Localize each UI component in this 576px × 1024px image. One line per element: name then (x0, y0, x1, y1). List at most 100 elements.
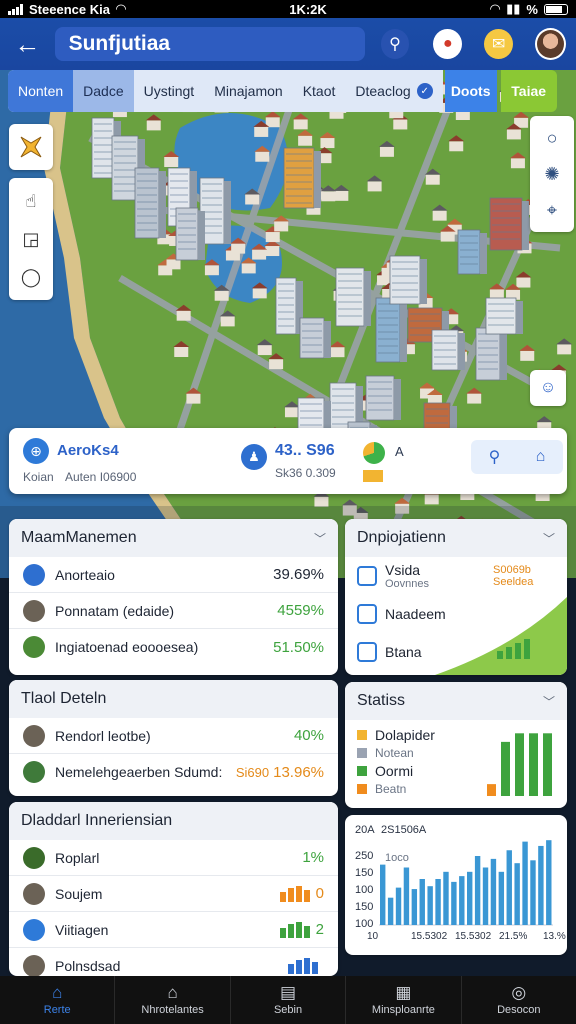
list-item[interactable]: Rendorl leotbe) 40% (9, 718, 338, 754)
locate-icon[interactable]: ⌖ (530, 192, 574, 228)
store-icon[interactable]: ⌂ (536, 448, 546, 466)
management-panel: MaamManemen ﹀ Anorteaio 39.69% Ponnatam (e… (9, 519, 338, 675)
tower (389, 255, 427, 305)
list-item[interactable]: Ingiatoenad eoooesea) 51.50% (9, 629, 338, 665)
row-label: Nemelehgeaerben Sdumd: (55, 764, 223, 780)
legend-label: Dolapider (375, 727, 435, 743)
x-tick-label: 15.5302 (411, 931, 448, 942)
statistics-panel: Statiss ﹀ Dolapider Notean Oormi Beatn (345, 682, 567, 808)
chevron-down-icon[interactable]: ﹀ (543, 693, 555, 710)
bar (538, 845, 544, 925)
speech-icon[interactable]: ◯ (9, 258, 53, 296)
back-arrow-icon[interactable]: ← (10, 26, 45, 62)
globe-icon: ◎ (511, 983, 527, 1002)
mini-bar-icon (279, 921, 310, 938)
mini-bar (295, 885, 302, 902)
bar (380, 864, 386, 925)
production-row[interactable]: Vsida Oovnnes S0069b Seeldea (345, 557, 567, 595)
nav-item-house[interactable]: ⌂ Nhrotelantes (115, 976, 231, 1024)
list-item[interactable]: Soujem 0 (9, 876, 338, 912)
build-tool-icon[interactable] (9, 124, 53, 170)
nav-item-globe[interactable]: ◎ Desocon (462, 976, 576, 1024)
production-text: Vsida Oovnnes (385, 562, 429, 590)
production-text: Btana (385, 644, 422, 660)
hand-icon[interactable]: ☝ (9, 182, 53, 220)
tool-stack: ☝ ◲ ◯ (9, 178, 53, 300)
statistics-bar (487, 784, 496, 796)
bar (427, 886, 433, 925)
smile-icon[interactable]: ☺ (530, 370, 566, 406)
chart-panel: 20A 2S1506A 1oco 250 150 100 150 100 10 15.5302 15… (345, 815, 567, 955)
tab-button-green[interactable]: Taiae (500, 70, 557, 112)
tab-5[interactable]: Dteaclog ✓ (345, 70, 442, 112)
tower (485, 297, 523, 335)
tab-button-blue[interactable]: Doots (444, 70, 497, 112)
search-icon-info[interactable]: ⚲ (489, 447, 501, 467)
mini-bar (287, 887, 294, 902)
tower (283, 147, 321, 209)
tab-4[interactable]: Ktaot (293, 70, 346, 112)
chat-icon[interactable]: ✉ (484, 29, 514, 59)
row-value: 0 (315, 885, 324, 902)
panel-header[interactable]: Dladdarl Inneriensian (9, 802, 338, 840)
bar (490, 858, 497, 925)
alert-icon[interactable]: ● (433, 29, 463, 59)
list-item[interactable]: Anorteaio 39.69% (9, 557, 338, 593)
bar (435, 879, 441, 925)
nav-item-panel[interactable]: ▤ Sebin (231, 976, 347, 1024)
city-info-bar: ⊕ AeroKs4 Koian Auten I06900 ♟ 43.. S96 … (9, 428, 567, 494)
row-extra: Si690 (235, 764, 270, 780)
mini-bar (287, 923, 294, 938)
row-label: Polnsdsad (55, 958, 121, 974)
chevron-down-icon[interactable]: ﹀ (314, 530, 326, 547)
legend-item: Notean (357, 744, 435, 762)
panel-header[interactable]: Tlaol Deteln (9, 680, 338, 718)
mini-bar (303, 889, 310, 902)
list-item[interactable]: Roplarl 1% (9, 840, 338, 876)
tower (457, 229, 487, 275)
panel-header[interactable]: Statiss ﹀ (345, 682, 567, 720)
nav-item-map[interactable]: ▦ Minsploanrte (346, 976, 462, 1024)
happiness-pie-icon (363, 442, 385, 464)
statistics-bars (487, 733, 552, 796)
gear-icon[interactable]: ✺ (530, 156, 574, 192)
panel-header[interactable]: Dnpiojatienn ﹀ (345, 519, 567, 557)
chevron-down-icon[interactable]: ﹀ (543, 530, 555, 547)
right-toolbar: ○ ✺ ⌖ (530, 116, 574, 232)
row-icon (23, 955, 45, 976)
population-sub: Sk36 0.309 (275, 466, 336, 480)
wifi-icon: ◠ (115, 1, 126, 16)
mini-bar (279, 927, 286, 938)
bar (419, 879, 425, 925)
avatar[interactable] (535, 28, 566, 60)
mini-bar-icon (288, 958, 318, 974)
bar (451, 881, 457, 925)
layers-icon[interactable]: ◲ (9, 220, 53, 258)
production-row[interactable]: Btana (345, 633, 567, 671)
house-icon: ⌂ (167, 983, 178, 1002)
list-item[interactable]: Polnsdsad (9, 948, 338, 976)
tab-2[interactable]: Uystingt (134, 70, 205, 112)
bar (482, 867, 489, 925)
panel-header[interactable]: MaamManemen ﹀ (9, 519, 338, 557)
list-item[interactable]: Viitiagen 2 (9, 912, 338, 948)
nav-label: Nhrotelantes (141, 1004, 204, 1016)
nav-item-home[interactable]: ⌂ Rerte (0, 976, 116, 1024)
y-tick-label: 100 (355, 884, 373, 896)
production-row[interactable]: Naadeem (345, 595, 567, 633)
page-title[interactable]: Sunfjutiaa (54, 27, 365, 61)
map-icon: ▦ (395, 983, 412, 1002)
list-item[interactable]: Nemelehgeaerben Sdumd: Si690 13.96% (9, 754, 338, 790)
tab-3[interactable]: Minajamon (204, 70, 292, 112)
zoom-icon[interactable]: ○ (530, 120, 574, 156)
list-item[interactable]: Ponnatam (edaide) 4559% (9, 593, 338, 629)
row-label: Viitiagen (55, 921, 109, 938)
tab-0[interactable]: Nonten (8, 70, 74, 112)
city-sub-label: Koian (23, 470, 54, 484)
tower (335, 267, 371, 327)
x-tick-label: 21.5% (499, 931, 527, 942)
tab-1[interactable]: Dadce (73, 70, 134, 112)
statistics-bar (501, 741, 510, 796)
bar (443, 871, 449, 925)
search-icon[interactable]: ⚲ (380, 29, 410, 59)
